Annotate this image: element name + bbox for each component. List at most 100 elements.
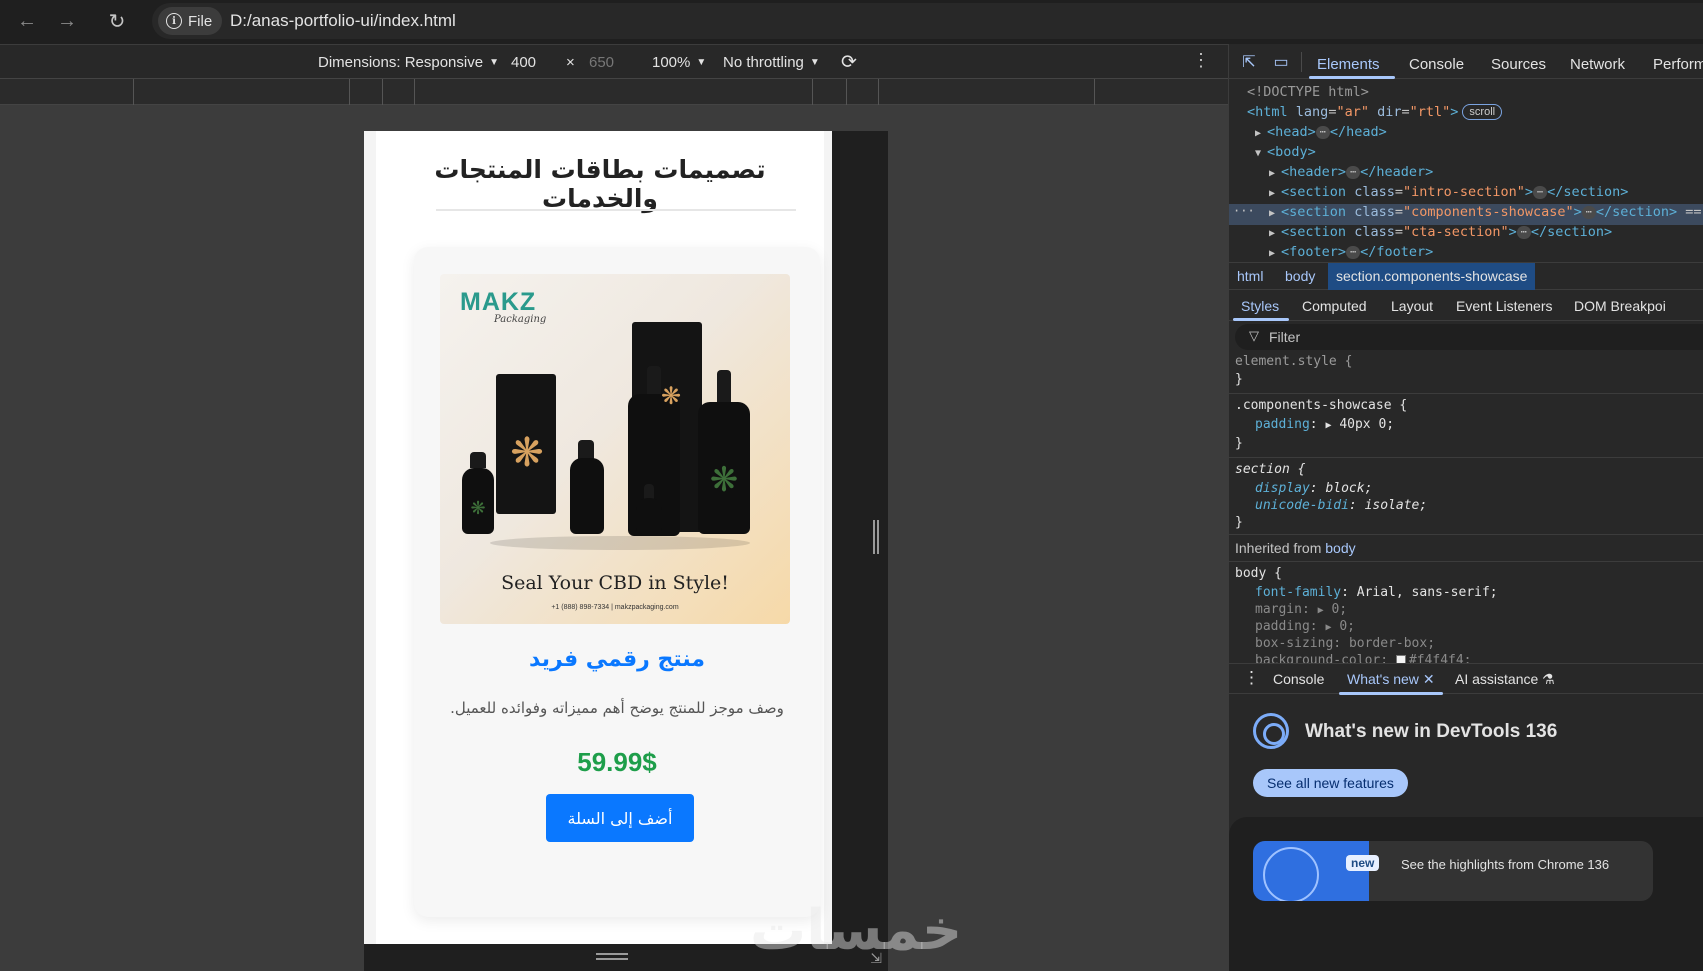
collapsed-ellipsis[interactable]: ⋯ [1315, 126, 1330, 139]
media-query-ruler [0, 79, 1228, 105]
prop-margin[interactable]: margin: ▶ 0; [1255, 602, 1347, 617]
components-showcase-section: تصميمات بطاقات المنتجات والخدمات MAKZ Pa… [376, 131, 824, 944]
prop-box-sizing[interactable]: box-sizing: border-box; [1255, 636, 1435, 651]
add-to-cart-button[interactable]: أضف إلى السلة [546, 794, 694, 842]
rule-divider [1229, 561, 1703, 562]
expand-triangle-icon[interactable]: ▶ [1255, 128, 1267, 139]
resize-handle-bottom[interactable] [596, 953, 628, 955]
browser-toolbar: ← → ↻ i File D:/anas-portfolio-ui/index.… [0, 0, 1703, 44]
collapsed-ellipsis[interactable]: ⋯ [1533, 186, 1548, 199]
tab-styles[interactable]: Styles [1241, 298, 1279, 314]
bottle-cap-shape [470, 452, 486, 468]
chrome-logo-icon [1253, 713, 1289, 749]
breadcrumb-section[interactable]: section.components-showcase [1328, 263, 1536, 290]
tab-computed[interactable]: Computed [1302, 298, 1367, 314]
dom-doctype[interactable]: <!DOCTYPE html> [1247, 84, 1703, 105]
rule-divider [1229, 457, 1703, 458]
breadcrumb-body[interactable]: body [1285, 268, 1315, 284]
image-contact: +1 (888) 898-7334 | makzpackaging.com [551, 604, 679, 611]
address-bar[interactable]: i File D:/anas-portfolio-ui/index.html [152, 3, 1703, 39]
expand-triangle-icon[interactable]: ▶ [1269, 188, 1281, 199]
collapsed-ellipsis[interactable]: ⋯ [1516, 226, 1531, 239]
info-icon: i [166, 13, 182, 29]
prop-padding-body[interactable]: padding: ▶ 0; [1255, 619, 1355, 634]
collapsed-ellipsis[interactable]: ⋯ [1346, 166, 1361, 179]
device-viewport: تصميمات بطاقات المنتجات والخدمات MAKZ Pa… [364, 131, 834, 944]
drawer-tab-console[interactable]: Console [1273, 671, 1324, 687]
dom-html[interactable]: <html lang="ar" dir="rtl"> scroll [1247, 104, 1703, 125]
collapsed-ellipsis[interactable]: ⋯ [1346, 246, 1361, 259]
site-info-chip[interactable]: i File [158, 7, 223, 35]
dom-header[interactable]: ▶ <header> ⋯ </header> [1269, 164, 1703, 185]
rule-section-selector[interactable]: section { [1235, 462, 1305, 477]
drawer-menu-icon[interactable]: ⋮ [1243, 668, 1260, 688]
height-input[interactable]: 650 [589, 54, 614, 71]
device-toggle-icon[interactable]: ▭ [1271, 52, 1291, 72]
title-divider [436, 209, 796, 211]
tab-event-listeners[interactable]: Event Listeners [1456, 298, 1553, 314]
dom-intro-section[interactable]: ▶ <section class="intro-section"> ⋯ </secti… [1269, 184, 1703, 205]
url-text[interactable]: D:/anas-portfolio-ui/index.html [230, 11, 456, 31]
rule-body-selector[interactable]: body { [1235, 566, 1282, 581]
devtools-panel: ⇱ ▭ Elements Console Sources Network Per… [1228, 44, 1703, 971]
expand-triangle-icon[interactable]: ▶ [1269, 168, 1281, 179]
times-separator: × [566, 54, 575, 71]
more-options-icon[interactable]: ⋮ [1191, 50, 1211, 71]
prop-font-family[interactable]: font-family: Arial, sans-serif; [1255, 585, 1498, 600]
scroll-badge[interactable]: scroll [1462, 104, 1503, 120]
dimensions-dropdown[interactable]: Dimensions: Responsive ▼ [318, 54, 499, 71]
inherited-body-link[interactable]: body [1325, 540, 1355, 556]
devtools-main-tabs: ⇱ ▭ Elements Console Sources Network Per… [1229, 44, 1703, 79]
site-info-label: File [188, 12, 213, 30]
inspect-element-icon[interactable]: ⇱ [1239, 52, 1259, 72]
expand-triangle-icon[interactable]: ▶ [1269, 228, 1281, 239]
tab-sources[interactable]: Sources [1491, 56, 1546, 73]
expand-triangle-icon[interactable]: ▶ [1269, 248, 1281, 259]
tab-dom-breakpoints[interactable]: DOM Breakpoi [1574, 298, 1666, 314]
prop-padding[interactable]: padding: ▶ 40px 0; [1255, 417, 1394, 432]
resize-handle-right[interactable] [873, 520, 879, 554]
tab-layout[interactable]: Layout [1391, 298, 1433, 314]
width-input[interactable]: 400 [511, 54, 536, 71]
back-arrow-icon[interactable]: ← [12, 6, 42, 36]
filter-input[interactable] [1269, 327, 1689, 347]
ruler-tick [133, 79, 134, 105]
tab-performance[interactable]: Perform [1653, 56, 1703, 73]
prop-display[interactable]: display: block; [1255, 481, 1372, 496]
collapsed-ellipsis[interactable]: ⋯ [1581, 206, 1596, 219]
throttling-dropdown[interactable]: No throttling ▼ [723, 54, 820, 71]
highlight-text: See the highlights from Chrome 136 [1401, 857, 1610, 872]
dom-showcase-section-selected[interactable]: ··· ▶ <section class="components-showcase"… [1229, 204, 1703, 225]
tab-console[interactable]: Console [1409, 56, 1464, 73]
ruler-tick [349, 79, 350, 105]
prop-unicode-bidi[interactable]: unicode-bidi: isolate; [1255, 498, 1427, 513]
rule-showcase-selector[interactable]: .components-showcase { [1235, 398, 1407, 413]
dom-cta-section[interactable]: ▶ <section class="cta-section"> ⋯ </section… [1269, 224, 1703, 245]
close-icon[interactable]: ✕ [1423, 671, 1435, 687]
expand-triangle-icon[interactable]: ▶ [1269, 208, 1281, 219]
prop-background-color[interactable]: background-color: #f4f4f4; [1255, 653, 1472, 663]
brand-subtitle: Packaging [494, 314, 547, 325]
rule-element-style[interactable]: element.style { [1235, 354, 1352, 369]
color-swatch[interactable] [1395, 655, 1406, 663]
breadcrumb-html[interactable]: html [1237, 268, 1263, 284]
whats-new-title: What's new in DevTools 136 [1305, 721, 1558, 742]
zoom-dropdown[interactable]: 100% ▼ [652, 54, 706, 71]
dom-body[interactable]: ▼ <body> [1255, 144, 1703, 165]
tab-network[interactable]: Network [1570, 56, 1625, 73]
see-all-features-button[interactable]: See all new features [1253, 769, 1408, 797]
collapse-triangle-icon[interactable]: ▼ [1255, 148, 1267, 159]
rotate-icon[interactable]: ⟳ [841, 51, 857, 74]
breadcrumb: html body section.components-showcase [1229, 262, 1703, 290]
forward-arrow-icon[interactable]: → [52, 6, 82, 36]
reload-icon[interactable]: ↻ [102, 6, 132, 36]
rule-divider [1229, 534, 1703, 535]
leaf-icon: ❋ [709, 461, 739, 499]
tab-elements[interactable]: Elements [1317, 56, 1380, 73]
drawer-tab-whats-new[interactable]: What's new ✕ [1347, 671, 1435, 688]
more-dots-icon[interactable]: ··· [1233, 204, 1255, 218]
highlight-item[interactable]: new See the highlights from Chrome 136 [1253, 841, 1653, 901]
dom-head[interactable]: ▶ <head> ⋯ </head> [1255, 124, 1703, 145]
drawer-tab-ai-assistance[interactable]: AI assistance ⚗ [1455, 671, 1555, 688]
styles-filter: ▽ [1235, 324, 1703, 350]
